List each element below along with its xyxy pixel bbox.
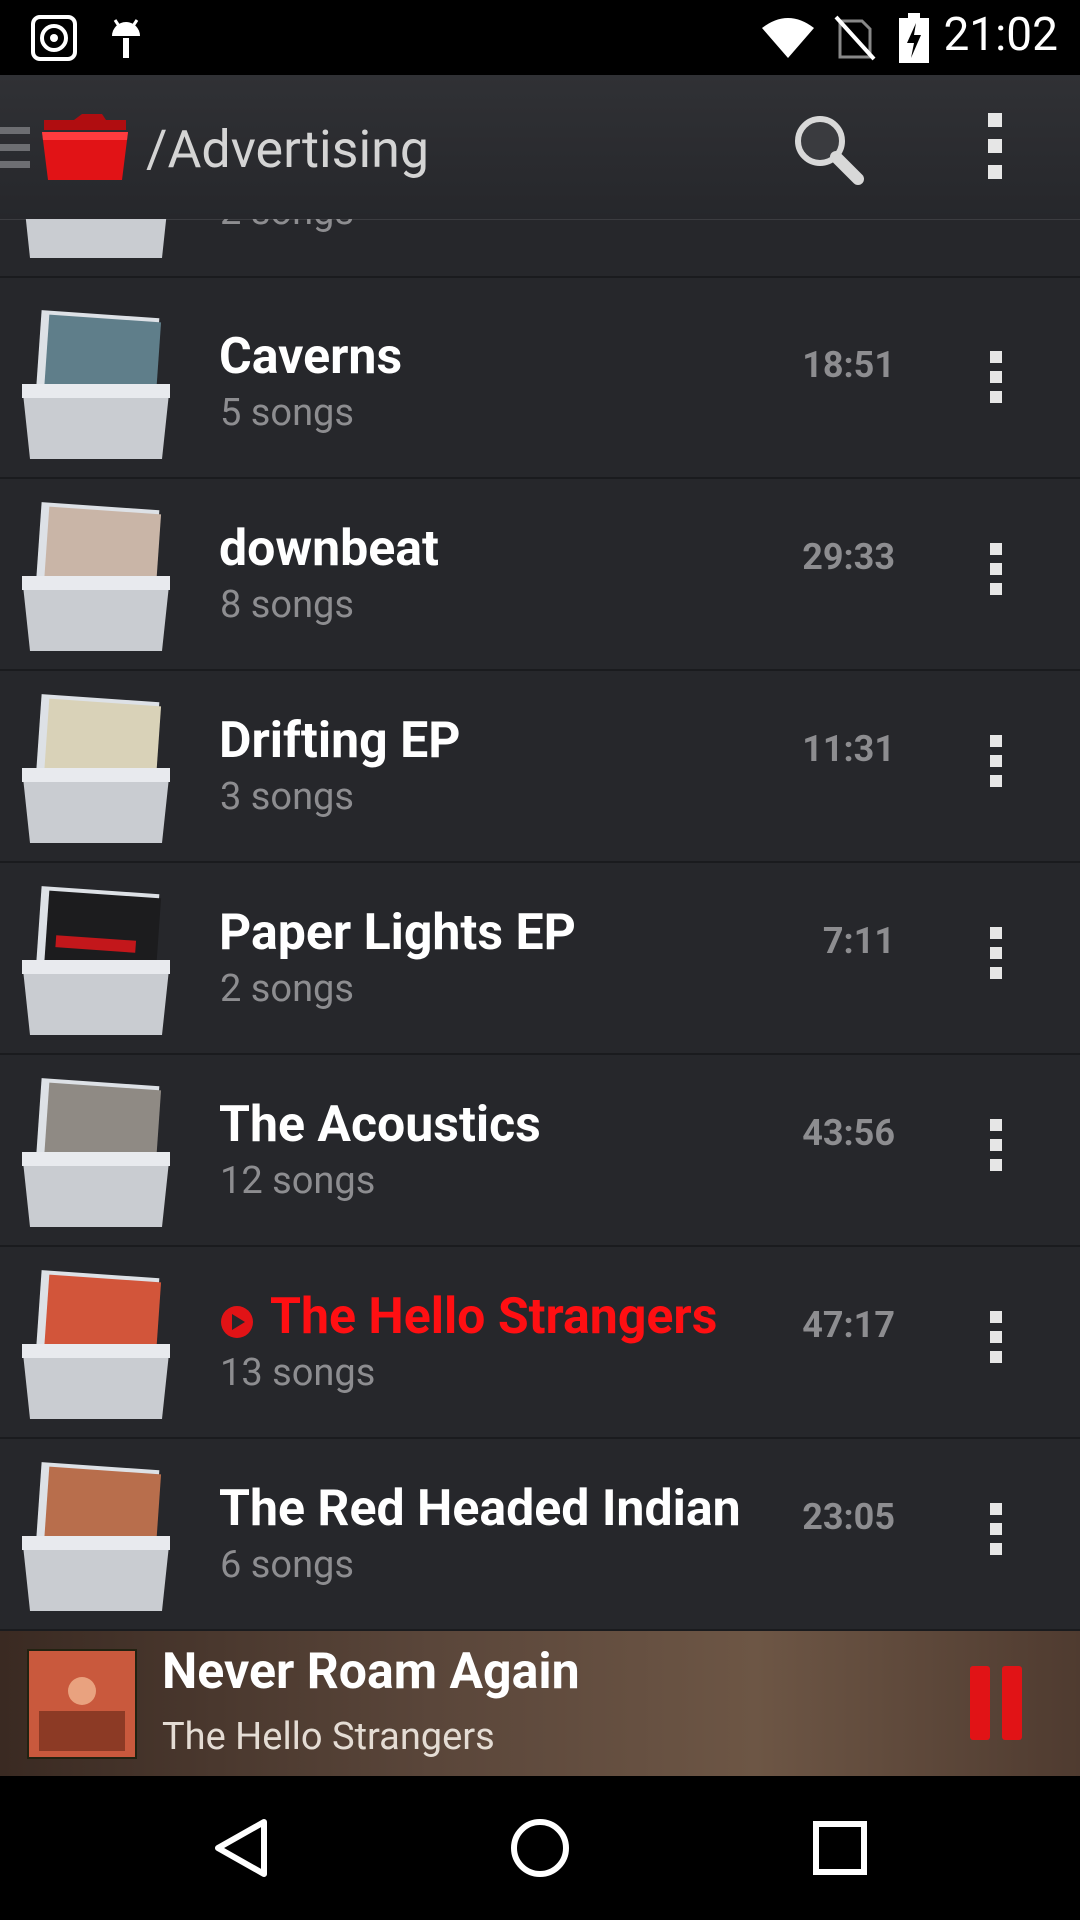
now-playing-song: Never Roam Again <box>162 1643 580 1701</box>
search-icon[interactable] <box>790 111 866 187</box>
album-folder-thumbnail <box>16 688 176 848</box>
item-overflow-icon[interactable] <box>976 1503 1016 1563</box>
item-overflow-icon[interactable] <box>976 735 1016 795</box>
item-subtitle: 2 songs <box>220 219 354 234</box>
list-item[interactable]: downbeat 8 songs 29:33 <box>0 478 1080 671</box>
item-overflow-icon[interactable] <box>976 927 1016 987</box>
overflow-menu-icon[interactable] <box>980 113 1010 183</box>
home-icon[interactable] <box>504 1812 576 1884</box>
item-subtitle: 13 songs <box>220 1351 376 1395</box>
album-folder-thumbnail <box>16 304 176 464</box>
android-debug-icon <box>104 0 148 75</box>
wifi-icon <box>758 0 818 75</box>
item-subtitle: 3 songs <box>220 775 355 819</box>
list-item[interactable]: Caverns 5 songs 18:51 <box>0 286 1080 479</box>
item-subtitle: 6 songs <box>220 1543 355 1587</box>
item-subtitle: 8 songs <box>220 583 355 627</box>
item-duration: 18:51 <box>802 344 895 386</box>
list-item[interactable]: Drifting EP 3 songs 11:31 <box>0 670 1080 863</box>
app-toolbar: /Advertising <box>0 75 1080 220</box>
status-time: 21:02 <box>943 8 1058 62</box>
album-folder-thumbnail <box>16 1072 176 1232</box>
item-title: The Acoustics <box>219 1096 541 1154</box>
album-folder-thumbnail <box>16 880 176 1040</box>
list-item[interactable]: The Acoustics 12 songs 43:56 <box>0 1054 1080 1247</box>
recents-icon[interactable] <box>804 1812 876 1884</box>
list-item[interactable]: The Hello Strangers 13 songs 47:17 <box>0 1246 1080 1439</box>
list-item[interactable]: The Red Headed Indian 6 songs 23:05 <box>0 1438 1080 1631</box>
folder-thumbnail <box>16 219 176 263</box>
system-nav-bar <box>0 1776 1080 1920</box>
now-playing-icon <box>219 1304 255 1340</box>
album-folder-thumbnail <box>16 1456 176 1616</box>
item-title: downbeat <box>219 520 439 578</box>
pause-icon[interactable] <box>970 1666 1026 1740</box>
folder-icon[interactable] <box>40 110 130 186</box>
item-title: The Hello Strangers <box>270 1288 718 1346</box>
item-duration: 11:31 <box>802 728 895 770</box>
status-bar: 21:02 <box>0 0 1080 75</box>
item-overflow-icon[interactable] <box>976 543 1016 603</box>
item-duration: 29:33 <box>802 536 895 578</box>
no-sim-icon <box>832 0 878 75</box>
item-subtitle: 5 songs <box>220 391 355 435</box>
item-title: Drifting EP <box>219 712 461 770</box>
item-title: Caverns <box>219 328 403 386</box>
now-playing-album-art[interactable] <box>27 1649 137 1759</box>
item-overflow-icon[interactable] <box>976 1311 1016 1371</box>
album-folder-thumbnail <box>16 496 176 656</box>
album-folder-thumbnail <box>16 1264 176 1424</box>
item-title: Paper Lights EP <box>219 904 576 962</box>
list-item[interactable]: 2 songs <box>0 219 1080 278</box>
page-title: /Advertising <box>146 119 430 180</box>
drawer-icon[interactable] <box>0 127 30 169</box>
list-item[interactable]: Paper Lights EP 2 songs 7:11 <box>0 862 1080 1055</box>
item-duration: 43:56 <box>802 1112 895 1154</box>
item-duration: 7:11 <box>822 920 895 962</box>
album-list: 2 songs Caverns 5 songs 18:51 downbeat 8… <box>0 219 1080 1631</box>
item-title: The Red Headed Indian <box>219 1480 741 1538</box>
item-duration: 47:17 <box>802 1304 895 1346</box>
item-overflow-icon[interactable] <box>976 351 1016 411</box>
item-overflow-icon[interactable] <box>976 1119 1016 1179</box>
back-icon[interactable] <box>206 1812 278 1884</box>
battery-charging-icon <box>898 0 930 75</box>
item-subtitle: 12 songs <box>220 1159 376 1203</box>
item-subtitle: 2 songs <box>220 967 355 1011</box>
item-duration: 23:05 <box>802 1496 895 1538</box>
music-app-icon <box>28 0 80 75</box>
now-playing-artist: The Hello Strangers <box>162 1715 495 1759</box>
now-playing-bar[interactable]: Never Roam Again The Hello Strangers <box>0 1631 1080 1776</box>
